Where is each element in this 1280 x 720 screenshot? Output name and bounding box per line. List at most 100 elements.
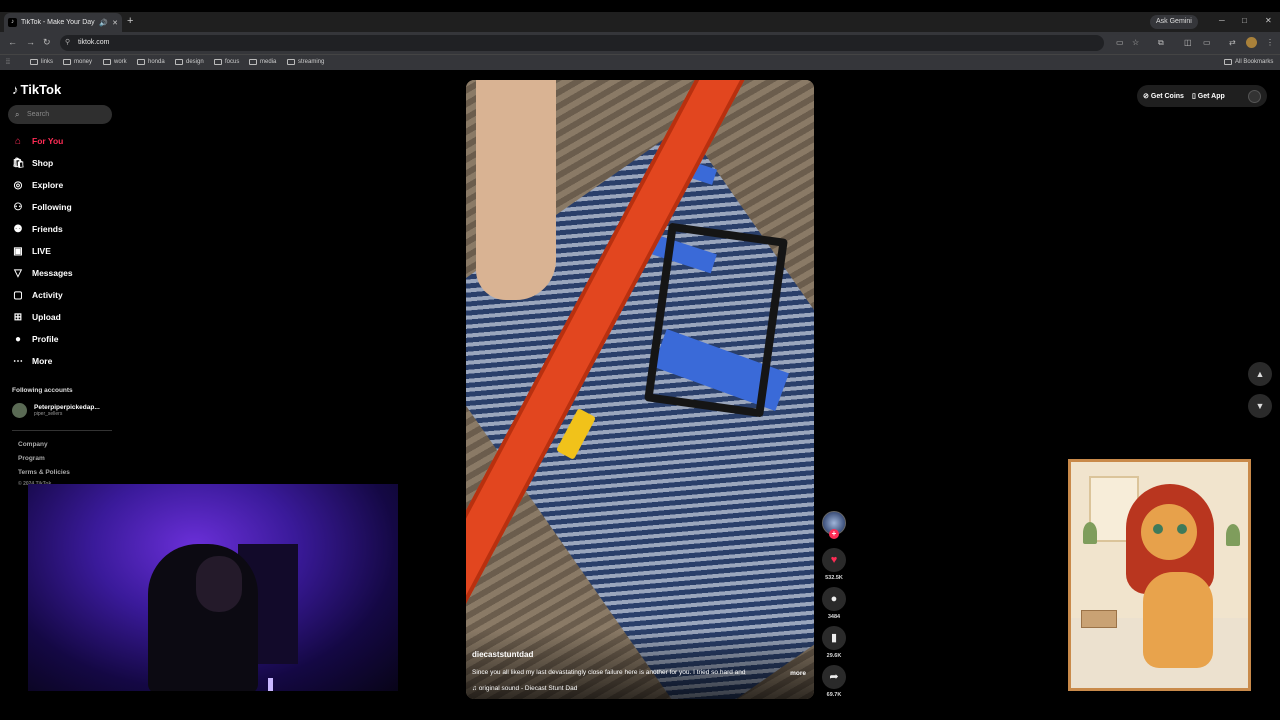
previous-video-button[interactable]: ▲ bbox=[1248, 362, 1272, 386]
install-icon[interactable]: ▭ bbox=[1116, 38, 1124, 47]
sidebar-item-activity[interactable]: ▢ Activity bbox=[12, 287, 62, 303]
sidebar-item-for-you[interactable]: ⌂ For You bbox=[12, 133, 63, 149]
footer-program[interactable]: Program bbox=[18, 455, 45, 462]
user-avatar[interactable] bbox=[1248, 89, 1261, 103]
speaker-icon[interactable]: 🔊 bbox=[99, 19, 108, 27]
sidebar-item-following[interactable]: ⚇ Following bbox=[12, 199, 72, 215]
all-bookmarks[interactable]: All Bookmarks bbox=[1224, 59, 1273, 65]
coin-icon: ⊘ bbox=[1143, 93, 1149, 100]
profile-avatar[interactable] bbox=[1246, 37, 1257, 48]
top-right-actions: ⊘ Get Coins ▯ Get App bbox=[1137, 85, 1267, 107]
search-input[interactable]: ⌕ Search bbox=[8, 105, 112, 124]
bookmark-folder[interactable]: honda bbox=[137, 59, 165, 65]
sticker-body bbox=[1143, 572, 1213, 668]
heart-icon: ♥ bbox=[830, 554, 838, 566]
shop-icon: 🛍 bbox=[12, 157, 25, 169]
activity-icon: ▢ bbox=[13, 289, 23, 301]
chevron-up-icon: ▲ bbox=[1255, 369, 1265, 379]
maximize-icon[interactable]: □ bbox=[1242, 16, 1247, 25]
folder-icon bbox=[63, 59, 71, 65]
sidebar-item-messages[interactable]: ▽ Messages bbox=[12, 265, 73, 281]
folder-icon bbox=[103, 59, 111, 65]
ask-gemini-button[interactable]: Ask Gemini bbox=[1150, 15, 1198, 29]
folder-icon bbox=[175, 59, 183, 65]
comment-button[interactable]: ● bbox=[822, 587, 846, 611]
search-icon: ⌕ bbox=[15, 110, 20, 119]
video-rig bbox=[644, 222, 788, 418]
sidebar-item-live[interactable]: ▣ LIVE bbox=[12, 243, 51, 259]
sidebar-item-shop[interactable]: 🛍 Shop bbox=[12, 155, 53, 171]
sidebar-item-more[interactable]: ⋯ More bbox=[12, 353, 52, 369]
next-video-button[interactable]: ▼ bbox=[1248, 394, 1272, 418]
share-icon: ➦ bbox=[829, 671, 839, 683]
close-window-icon[interactable]: ✕ bbox=[1265, 16, 1272, 25]
get-coins-button[interactable]: ⊘ Get Coins bbox=[1143, 92, 1184, 101]
share-count: 69.7K bbox=[826, 692, 842, 698]
sidepanel-icon[interactable]: ◫ bbox=[1184, 38, 1192, 47]
profile-icon: ● bbox=[14, 333, 22, 345]
bookmark-star-icon[interactable]: ☆ bbox=[1132, 38, 1139, 47]
share-button[interactable]: ➦ bbox=[822, 665, 846, 689]
sticker-plant bbox=[1226, 524, 1240, 546]
video-player[interactable]: diecaststuntdad Since you all liked my l… bbox=[466, 80, 814, 699]
footer-terms[interactable]: Terms & Policies bbox=[18, 469, 70, 476]
following-account[interactable]: Peterpiperpickedap... piper_sellers bbox=[12, 403, 100, 418]
url-text: tiktok.com bbox=[78, 39, 110, 46]
follow-plus-icon[interactable]: + bbox=[829, 529, 839, 539]
caption-more-button[interactable]: more bbox=[790, 670, 806, 677]
folder-icon bbox=[1224, 59, 1232, 65]
video-sound[interactable]: ♫ original sound - Diecast Stunt Dad bbox=[472, 685, 577, 692]
live-icon: ▣ bbox=[13, 245, 23, 257]
following-icon: ⚇ bbox=[13, 201, 23, 213]
bookmark-folder[interactable]: money bbox=[63, 59, 92, 65]
menu-icon[interactable]: ⋮ bbox=[1266, 38, 1274, 47]
browser-tab[interactable]: ♪ TikTok - Make Your Day 🔊 ✕ bbox=[4, 13, 122, 32]
translate-icon[interactable]: ⇄ bbox=[1229, 38, 1236, 47]
like-button[interactable]: ♥ bbox=[822, 548, 846, 572]
bookmark-folder[interactable]: links bbox=[30, 59, 53, 65]
apps-grid-icon[interactable]: ⁞⁞ bbox=[6, 59, 10, 66]
get-app-button[interactable]: ▯ Get App bbox=[1191, 92, 1225, 101]
footer-company[interactable]: Company bbox=[18, 441, 48, 448]
music-note-icon: ♫ bbox=[472, 685, 479, 692]
upload-icon: ⊞ bbox=[13, 311, 23, 323]
account-name: Peterpiperpickedap... bbox=[34, 404, 100, 411]
explore-icon: ◎ bbox=[13, 179, 23, 191]
sidebar-item-profile[interactable]: ● Profile bbox=[12, 331, 58, 347]
following-accounts-title: Following accounts bbox=[12, 387, 73, 394]
messages-icon: ▽ bbox=[14, 267, 22, 279]
video-foot bbox=[476, 80, 556, 300]
sidebar-item-friends[interactable]: ⚉ Friends bbox=[12, 221, 63, 237]
bookmark-folder[interactable]: work bbox=[103, 59, 127, 65]
folder-icon bbox=[249, 59, 257, 65]
comment-icon: ● bbox=[830, 593, 838, 605]
address-bar[interactable]: ⚲ tiktok.com bbox=[60, 35, 1104, 51]
bookmark-folder[interactable]: design bbox=[175, 59, 204, 65]
video-author[interactable]: diecaststuntdad bbox=[472, 650, 533, 659]
webcam-overlay bbox=[28, 484, 398, 691]
extensions-icon[interactable]: ⧉ bbox=[1158, 38, 1164, 48]
sticker-eye bbox=[1177, 524, 1187, 534]
save-button[interactable]: ▮ bbox=[822, 626, 846, 650]
sticker-eye bbox=[1153, 524, 1163, 534]
like-count: 532.5K bbox=[825, 575, 843, 581]
site-info-icon[interactable]: ⚲ bbox=[65, 35, 70, 51]
bookmark-folder[interactable]: focus bbox=[214, 59, 239, 65]
sticker-face bbox=[1141, 504, 1197, 560]
minimize-icon[interactable]: ─ bbox=[1219, 16, 1225, 25]
sidebar-item-explore[interactable]: ◎ Explore bbox=[12, 177, 64, 193]
forward-icon[interactable]: → bbox=[26, 37, 35, 47]
cast-icon[interactable]: ▭ bbox=[1203, 38, 1211, 47]
comment-count: 3484 bbox=[827, 614, 841, 620]
sidebar-item-upload[interactable]: ⊞ Upload bbox=[12, 309, 61, 325]
bookmarks-bar: ⁞⁞ links money work honda design focus m… bbox=[0, 54, 1280, 70]
reload-icon[interactable]: ↻ bbox=[43, 37, 51, 48]
bookmark-folder[interactable]: media bbox=[249, 59, 276, 65]
bookmark-folder[interactable]: streaming bbox=[287, 59, 324, 65]
new-tab-icon[interactable]: + bbox=[127, 15, 133, 27]
back-icon[interactable]: ← bbox=[8, 37, 17, 47]
tiktok-logo[interactable]: ♪ TikTok bbox=[12, 82, 61, 97]
close-tab-icon[interactable]: ✕ bbox=[112, 19, 118, 27]
phone-icon: ▯ bbox=[1191, 93, 1196, 100]
chevron-down-icon: ▼ bbox=[1255, 401, 1265, 411]
